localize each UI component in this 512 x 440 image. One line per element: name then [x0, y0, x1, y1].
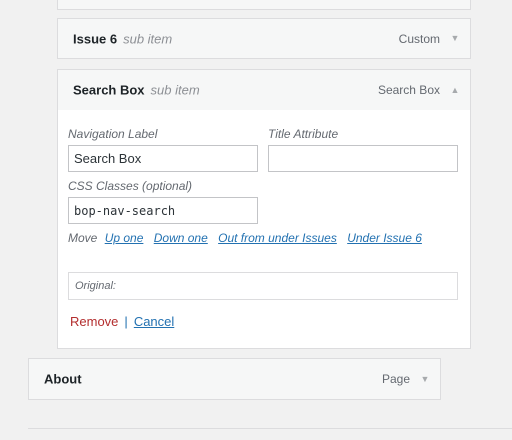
- menu-item-issue-6[interactable]: Issue 6 sub item Custom ▼: [57, 18, 471, 59]
- triangle-down-icon[interactable]: ▼: [420, 374, 430, 384]
- triangle-up-icon[interactable]: ▲: [450, 85, 460, 95]
- title-attribute-input[interactable]: [268, 145, 458, 172]
- move-up-one-link[interactable]: Up one: [105, 231, 144, 245]
- move-controls: Move Up one Down one Out from under Issu…: [68, 231, 429, 245]
- menu-item-title-text: Search Box: [73, 82, 145, 98]
- section-divider: [28, 428, 512, 429]
- title-attribute-label: Title Attribute: [268, 127, 339, 141]
- previous-menu-item-bar: [57, 0, 471, 10]
- menu-item-subtitle: sub item: [123, 31, 173, 46]
- menu-item-search-box[interactable]: Search Box sub item Search Box ▲: [57, 69, 471, 111]
- menu-item-type: Page: [381, 372, 410, 386]
- item-actions: Remove | Cancel: [70, 314, 174, 329]
- move-down-one-link[interactable]: Down one: [154, 231, 208, 245]
- css-classes-input[interactable]: [68, 197, 258, 224]
- move-under-issue-6-link[interactable]: Under Issue 6: [347, 231, 422, 245]
- remove-link[interactable]: Remove: [70, 314, 118, 329]
- menu-item-subtitle: sub item: [150, 82, 200, 98]
- menu-structure-canvas: Issue 6 sub item Custom ▼ Search Box sub i…: [0, 0, 512, 440]
- menu-item-title: About: [44, 371, 82, 387]
- menu-item-type: Custom: [398, 31, 440, 46]
- move-label: Move: [68, 231, 98, 245]
- navigation-label-input[interactable]: [68, 145, 258, 172]
- actions-separator: |: [124, 314, 128, 329]
- move-out-from-under-link[interactable]: Out from under Issues: [218, 231, 337, 245]
- original-item-box: Original:: [68, 272, 458, 300]
- menu-item-about[interactable]: About Page ▼: [28, 358, 441, 400]
- menu-item-title: Issue 6 sub item: [73, 31, 172, 46]
- triangle-down-icon[interactable]: ▼: [450, 34, 460, 44]
- cancel-link[interactable]: Cancel: [134, 314, 174, 329]
- original-label: Original:: [75, 280, 116, 292]
- menu-item-title-text: Issue 6: [73, 31, 118, 46]
- menu-item-title: Search Box sub item: [73, 83, 200, 98]
- css-classes-label: CSS Classes (optional): [68, 179, 193, 193]
- menu-item-type: Search Box: [377, 83, 440, 97]
- menu-item-settings-panel: Navigation Label Title Attribute CSS Cla…: [57, 110, 471, 349]
- navigation-label-label: Navigation Label: [68, 127, 158, 141]
